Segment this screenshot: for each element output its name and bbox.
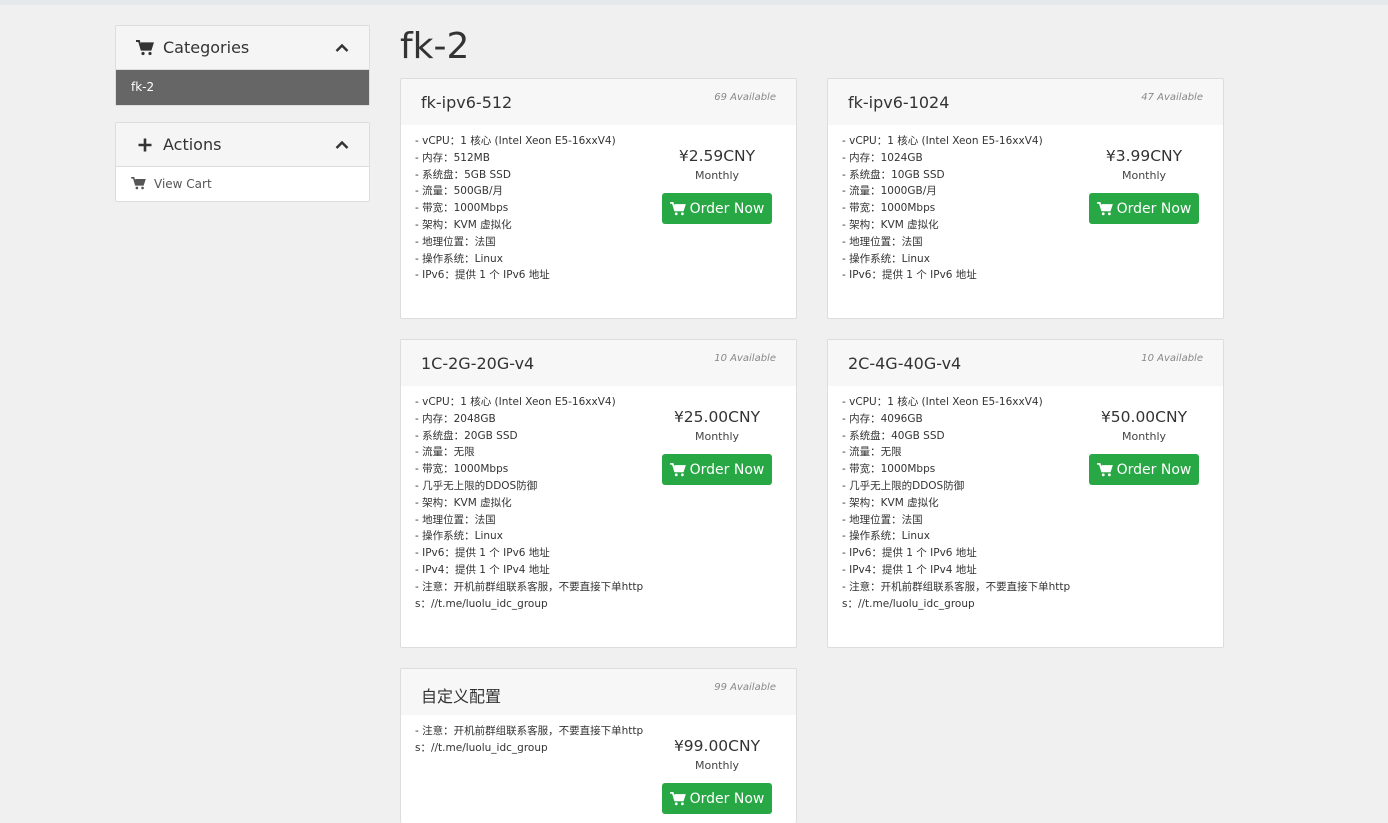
- billing-cycle: Monthly: [1121, 169, 1167, 182]
- product-name: 1C-2G-20G-v4: [421, 354, 535, 373]
- product-price: ¥25.00CNY: [673, 408, 761, 426]
- order-now-button[interactable]: Order Now: [662, 783, 772, 814]
- price-box: ¥99.00CNY Monthly Order Now: [662, 735, 772, 814]
- availability-label: 47 Available: [1141, 92, 1203, 103]
- product-card: fk-ipv6-1024 47 Available - vCPU：1 核心 (I…: [827, 78, 1224, 319]
- product-description: - 注意：开机前群组联系客服，不要直接下单https：//t.me/luolu_…: [415, 725, 644, 754]
- order-now-button[interactable]: Order Now: [1089, 193, 1199, 224]
- chevron-up-icon[interactable]: [335, 41, 349, 55]
- availability-label: 99 Available: [714, 682, 776, 693]
- product-card: 1C-2G-20G-v4 10 Available - vCPU：1 核心 (I…: [400, 339, 797, 648]
- actions-title: Actions: [163, 135, 222, 154]
- actions-panel: Actions View Cart: [115, 122, 370, 202]
- categories-header[interactable]: Categories: [116, 26, 369, 70]
- order-now-button[interactable]: Order Now: [662, 193, 772, 224]
- product-header: 2C-4G-40G-v4 10 Available: [828, 340, 1223, 386]
- availability-label: 10 Available: [1141, 353, 1203, 364]
- actions-header[interactable]: Actions: [116, 123, 369, 167]
- price-box: ¥50.00CNY Monthly Order Now: [1089, 406, 1199, 485]
- product-description: - vCPU：1 核心 (Intel Xeon E5-16xxV4) - 内存：…: [415, 396, 644, 610]
- availability-label: 69 Available: [714, 92, 776, 103]
- product-header: 自定义配置 99 Available: [401, 669, 796, 715]
- chevron-up-icon[interactable]: [335, 138, 349, 152]
- product-price: ¥99.00CNY: [673, 737, 761, 755]
- billing-cycle: Monthly: [1121, 430, 1167, 443]
- product-card: fk-ipv6-512 69 Available - vCPU：1 核心 (In…: [400, 78, 797, 319]
- view-cart-label: View Cart: [154, 177, 212, 191]
- product-description: - vCPU：1 核心 (Intel Xeon E5-16xxV4) - 内存：…: [415, 135, 616, 282]
- product-card: 2C-4G-40G-v4 10 Available - vCPU：1 核心 (I…: [827, 339, 1224, 648]
- product-name: fk-ipv6-1024: [848, 93, 950, 112]
- price-box: ¥3.99CNY Monthly Order Now: [1089, 145, 1199, 224]
- categories-title: Categories: [163, 38, 250, 57]
- availability-label: 10 Available: [714, 353, 776, 364]
- order-now-button[interactable]: Order Now: [1089, 454, 1199, 485]
- product-name: fk-ipv6-512: [421, 93, 513, 112]
- product-description: - vCPU：1 核心 (Intel Xeon E5-16xxV4) - 内存：…: [842, 396, 1071, 610]
- categories-panel: Categories fk-2: [115, 25, 370, 106]
- product-header: 1C-2G-20G-v4 10 Available: [401, 340, 796, 386]
- page-title: fk-2: [400, 26, 470, 67]
- plus-icon: [136, 136, 154, 154]
- product-name: 2C-4G-40G-v4: [848, 354, 962, 373]
- product-price: ¥3.99CNY: [1105, 147, 1183, 165]
- cart-icon: [669, 201, 686, 216]
- view-cart-link[interactable]: View Cart: [116, 167, 369, 201]
- cart-icon: [669, 462, 686, 477]
- order-now-button[interactable]: Order Now: [662, 454, 772, 485]
- order-now-label: Order Now: [1116, 200, 1192, 217]
- order-now-label: Order Now: [1116, 461, 1192, 478]
- billing-cycle: Monthly: [694, 169, 740, 182]
- product-description: - vCPU：1 核心 (Intel Xeon E5-16xxV4) - 内存：…: [842, 135, 1043, 282]
- product-price: ¥50.00CNY: [1100, 408, 1188, 426]
- order-now-label: Order Now: [689, 200, 765, 217]
- cart-icon: [669, 791, 686, 806]
- order-now-label: Order Now: [689, 790, 765, 807]
- product-header: fk-ipv6-1024 47 Available: [828, 79, 1223, 125]
- price-box: ¥2.59CNY Monthly Order Now: [662, 145, 772, 224]
- billing-cycle: Monthly: [694, 759, 740, 772]
- cart-icon: [1096, 201, 1113, 216]
- top-bar: [0, 0, 1388, 5]
- product-card: 自定义配置 99 Available - 注意：开机前群组联系客服，不要直接下单…: [400, 668, 797, 823]
- product-name: 自定义配置: [421, 687, 502, 706]
- category-item-fk-2[interactable]: fk-2: [116, 70, 369, 105]
- price-box: ¥25.00CNY Monthly Order Now: [662, 406, 772, 485]
- billing-cycle: Monthly: [694, 430, 740, 443]
- cart-icon: [136, 39, 154, 57]
- product-price: ¥2.59CNY: [678, 147, 756, 165]
- cart-icon: [1096, 462, 1113, 477]
- order-now-label: Order Now: [689, 461, 765, 478]
- product-header: fk-ipv6-512 69 Available: [401, 79, 796, 125]
- cart-icon: [131, 177, 147, 191]
